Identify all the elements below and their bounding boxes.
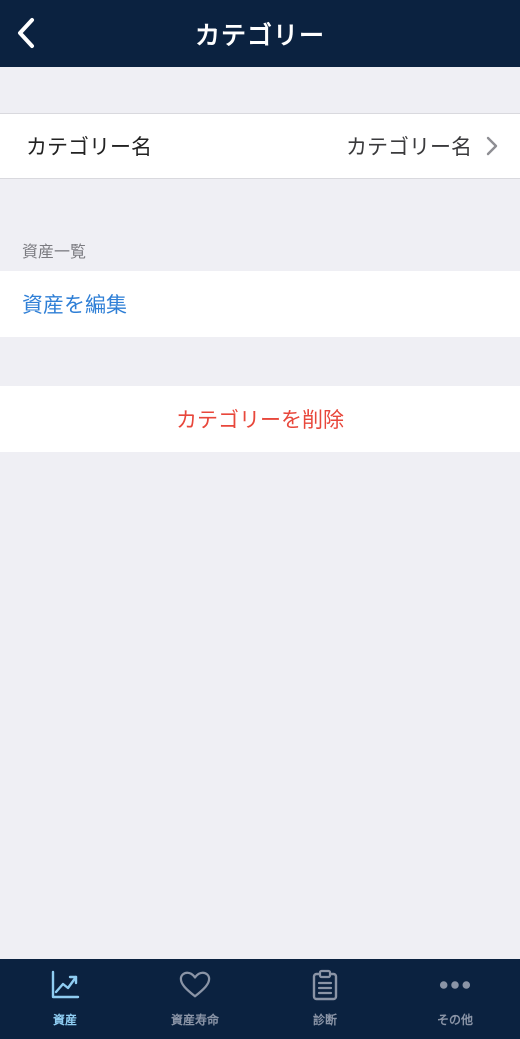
delete-category-row[interactable]: カテゴリーを削除 xyxy=(0,386,520,452)
heart-icon xyxy=(179,969,211,1001)
tab-other-label: その他 xyxy=(436,1013,473,1027)
delete-category-button[interactable]: カテゴリーを削除 xyxy=(176,404,344,434)
chart-line-icon xyxy=(49,969,81,1001)
tab-other[interactable]: その他 xyxy=(390,959,520,1039)
tab-asset-lifespan-label: 資産寿命 xyxy=(170,1013,219,1027)
page-title: カテゴリー xyxy=(194,20,325,50)
category-detail-screen: カテゴリー カテゴリー名 カテゴリー名 資産一覧 資産を編集 カテゴリーを削除 … xyxy=(0,0,520,1039)
tab-bar: 資産 資産寿命 診断 その他 xyxy=(0,959,520,1039)
tab-assets[interactable]: 資産 xyxy=(0,959,130,1039)
chevron-right-icon xyxy=(486,136,498,156)
category-name-value: カテゴリー名 xyxy=(346,135,472,159)
tab-asset-lifespan[interactable]: 資産寿命 xyxy=(130,959,260,1039)
navigation-bar: カテゴリー xyxy=(0,0,520,67)
category-name-label: カテゴリー名 xyxy=(26,135,152,159)
edit-assets-row[interactable]: 資産を編集 xyxy=(0,271,520,337)
clipboard-icon xyxy=(309,969,341,1001)
tab-assets-label: 資産 xyxy=(52,1013,77,1027)
category-name-value-group: カテゴリー名 xyxy=(346,131,498,161)
category-name-row[interactable]: カテゴリー名 カテゴリー名 xyxy=(0,113,520,179)
tab-diagnosis[interactable]: 診断 xyxy=(260,959,390,1039)
tab-diagnosis-label: 診断 xyxy=(312,1013,337,1027)
more-dots-icon xyxy=(439,969,471,1001)
assets-section-header: 資産一覧 xyxy=(22,242,87,261)
edit-assets-button[interactable]: 資産を編集 xyxy=(22,289,127,319)
